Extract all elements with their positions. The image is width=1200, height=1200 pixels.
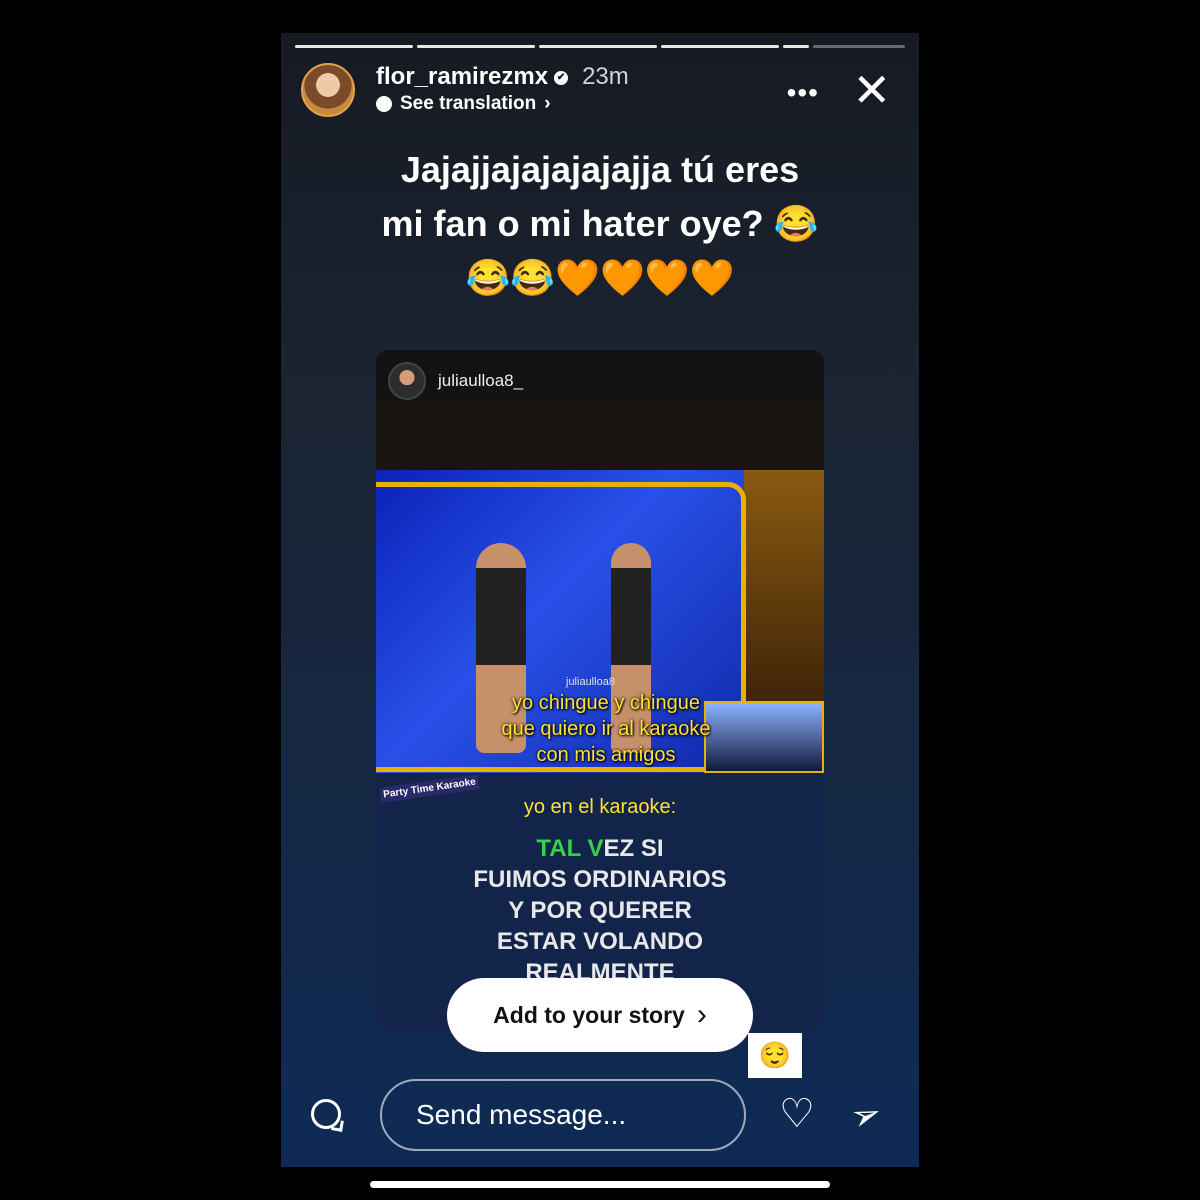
- video-subtitle: con mis amigos: [536, 744, 676, 766]
- username[interactable]: flor_ramirezmx ✔ 23m: [376, 63, 629, 91]
- shared-post-username[interactable]: juliaulloa8_: [438, 371, 523, 391]
- progress-segment: [295, 45, 413, 48]
- progress-segment: [539, 45, 657, 48]
- lyric-highlight: TAL: [536, 835, 588, 862]
- timestamp: 23m: [582, 63, 629, 90]
- translation-icon: [376, 96, 392, 112]
- shared-post-card[interactable]: juliaulloa8_ juliaulloa8 yo chingue y ch…: [376, 350, 824, 1030]
- more-icon[interactable]: •••: [787, 77, 819, 109]
- caption-line: mi fan o mi hater oye? 😂: [381, 203, 819, 244]
- chevron-right-icon: ›: [696, 998, 707, 1031]
- username-text[interactable]: flor_ramirezmx: [376, 63, 548, 90]
- add-to-story-label: Add to your story: [493, 1001, 685, 1028]
- karaoke-intro: yo en el karaoke:: [523, 796, 677, 818]
- see-translation-link[interactable]: See translation ›: [376, 93, 551, 115]
- progress-segment: [661, 45, 779, 48]
- caption-line: Jajajjajajajajajja tú eres: [400, 149, 800, 190]
- lyric-line: TAL VEZ SI: [376, 833, 824, 864]
- chevron-right-icon: ›: [544, 93, 551, 114]
- add-to-story-button[interactable]: Add to your story ›: [447, 978, 753, 1052]
- video-watermark: juliaulloa8: [566, 676, 615, 688]
- camera-icon[interactable]: [311, 1099, 341, 1129]
- progress-remaining: [812, 45, 905, 48]
- story-viewer: flor_ramirezmx ✔ 23m See translation › •••…: [281, 33, 919, 1167]
- emoji-sticker[interactable]: 😌: [748, 1033, 802, 1078]
- progress-segment-active: [783, 45, 809, 48]
- caption-emoji-line: 😂😂🧡🧡🧡🧡: [465, 257, 735, 298]
- home-indicator[interactable]: [370, 1181, 830, 1188]
- lyric-line: ESTAR VOLANDO: [496, 928, 704, 955]
- story-header: flor_ramirezmx ✔ 23m See translation › •••…: [301, 63, 905, 123]
- karaoke-lyrics: TAL VEZ SI FUIMOS ORDINARIOS Y POR QUERE…: [376, 833, 824, 988]
- verified-icon: ✔: [554, 70, 569, 85]
- close-icon[interactable]: ✕: [852, 65, 891, 115]
- shared-post-avatar[interactable]: [388, 362, 426, 400]
- see-translation-label[interactable]: See translation: [400, 93, 536, 115]
- send-message-input[interactable]: Send message...: [380, 1079, 746, 1151]
- lyric-text: EZ SI: [603, 835, 664, 862]
- video-subtitle: que quiero ir al karaoke: [501, 718, 711, 740]
- progress-segment: [417, 45, 535, 48]
- lyric-line: Y POR QUERER: [508, 897, 692, 924]
- lyric-line: FUIMOS ORDINARIOS: [473, 866, 727, 893]
- shared-post-header: juliaulloa8_: [376, 350, 824, 470]
- lyric-highlight: V: [587, 835, 604, 862]
- story-progress: [295, 45, 905, 48]
- story-caption: Jajajjajajajajajja tú eres mi fan o mi h…: [311, 143, 889, 305]
- story-footer: Send message... ♡ ➢: [281, 1079, 919, 1155]
- heart-icon[interactable]: ♡: [779, 1089, 815, 1139]
- send-icon[interactable]: ➢: [844, 1089, 887, 1141]
- video-subtitle: yo chingue y chingue: [512, 692, 700, 714]
- avatar[interactable]: [301, 63, 355, 117]
- shared-video[interactable]: juliaulloa8 yo chingue y chingue que qui…: [376, 470, 824, 773]
